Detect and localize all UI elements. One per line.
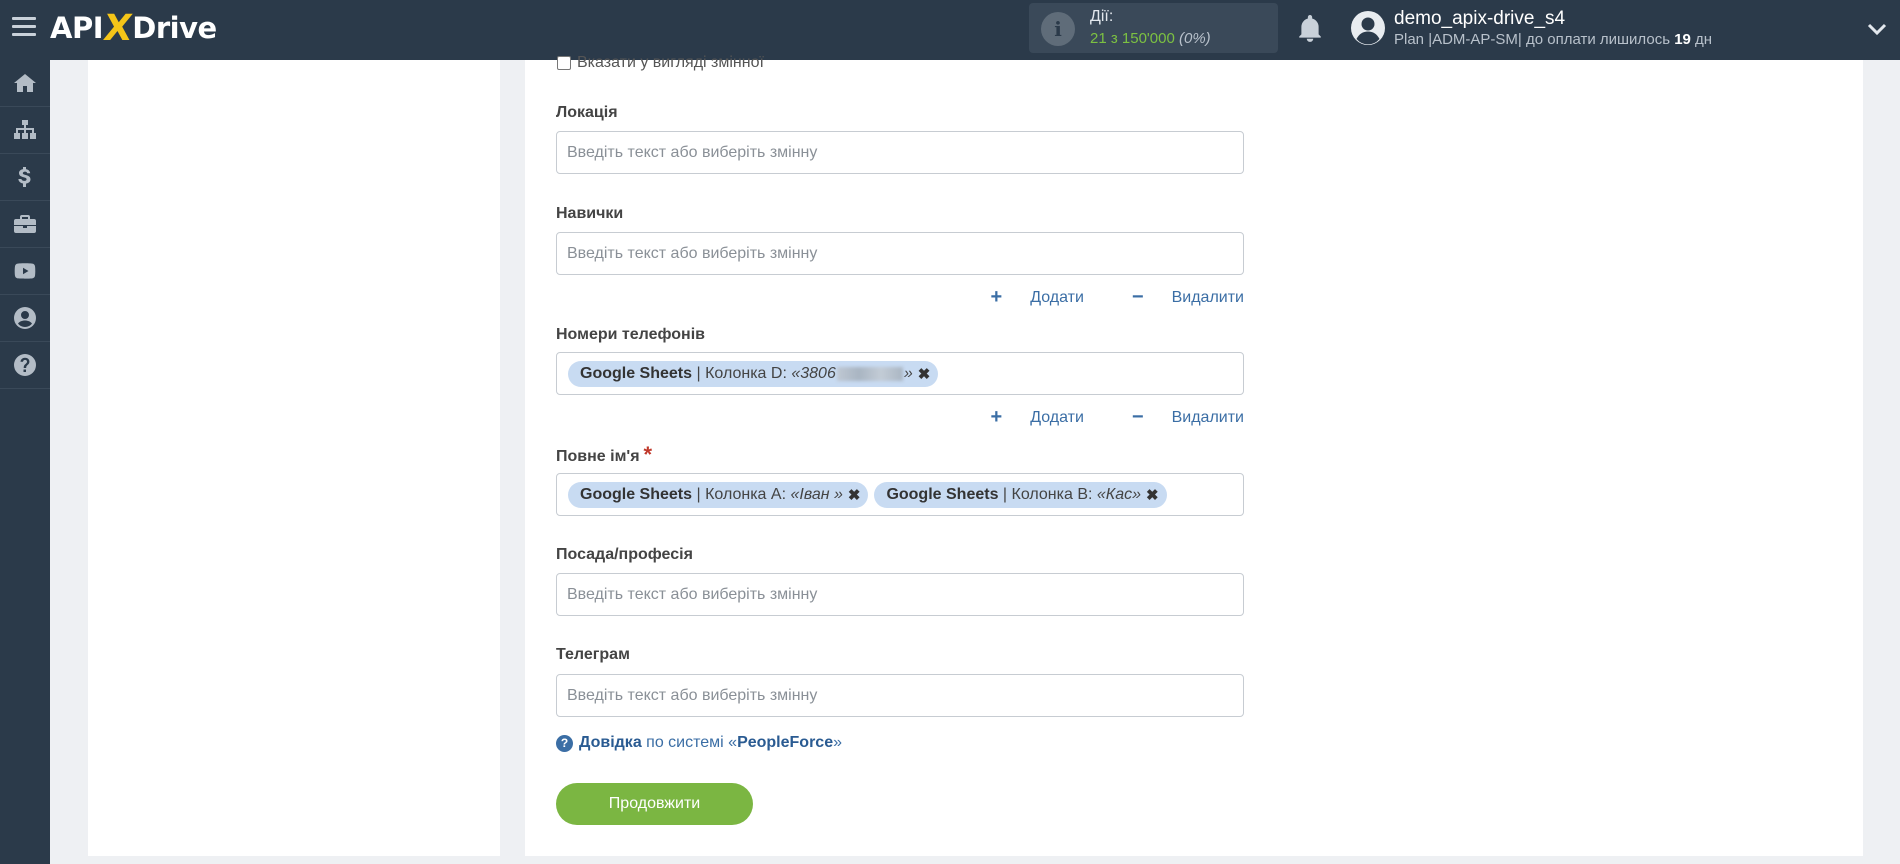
youtube-icon xyxy=(14,263,36,279)
plus-icon: + xyxy=(990,406,1003,428)
plan-days-suffix: дн xyxy=(1695,31,1713,48)
tag-column: | Колонка A: xyxy=(696,485,787,503)
help-icon xyxy=(14,354,36,376)
home-icon xyxy=(14,74,36,92)
sitemap-icon xyxy=(14,120,36,139)
required-mark: * xyxy=(643,442,653,467)
sidebar-item-billing[interactable] xyxy=(0,154,50,201)
help-row: ? Довідка по системі «PeopleForce» xyxy=(556,734,842,752)
skills-label: Навички xyxy=(556,205,624,222)
tag-column: | Колонка D: xyxy=(696,364,787,382)
full-name-label-text: Повне ім'я xyxy=(556,448,640,465)
skills-add-remove: + Додати − Видалити xyxy=(991,286,1244,309)
logo[interactable]: API X Drive xyxy=(50,7,217,49)
sidebar-item-help[interactable] xyxy=(0,342,50,389)
add-label: Додати xyxy=(1030,288,1084,306)
telegram-label: Телеграм xyxy=(556,646,630,663)
bell-icon[interactable] xyxy=(1297,15,1323,43)
tag-column: | Колонка B: xyxy=(1002,485,1093,503)
help-system-link[interactable]: PeopleForce xyxy=(737,734,833,752)
telegram-input[interactable] xyxy=(556,674,1244,717)
left-panel xyxy=(88,60,500,856)
tag-value: «3806 xyxy=(791,364,836,382)
location-input[interactable] xyxy=(556,131,1244,174)
question-icon: ? xyxy=(556,734,573,752)
help-text-end: » xyxy=(833,734,842,751)
help-link[interactable]: Довідка xyxy=(579,734,642,752)
logo-text-x: X xyxy=(101,7,135,49)
position-label: Посада/професія xyxy=(556,546,693,563)
phones-tag-input[interactable]: Google Sheets | Колонка D: «3806 » ✖ xyxy=(556,352,1244,395)
tag-remove-icon[interactable]: ✖ xyxy=(1146,486,1159,504)
phones-add-remove: + Додати − Видалити xyxy=(991,406,1244,429)
sidebar-item-home[interactable] xyxy=(0,60,50,107)
tag-source: Google Sheets xyxy=(886,485,999,503)
variable-checkbox[interactable] xyxy=(557,56,571,70)
minus-icon: − xyxy=(1131,286,1144,308)
tag-value: «Кас» xyxy=(1096,485,1142,503)
variable-checkbox-row[interactable]: Вказати у вигляді змінної xyxy=(556,49,764,77)
phones-label: Номери телефонів xyxy=(556,326,705,343)
actions-percent: (0%) xyxy=(1179,30,1211,47)
actions-label: Дії: xyxy=(1090,8,1114,25)
avatar[interactable] xyxy=(1350,10,1386,46)
variable-checkbox-label: Вказати у вигляді змінної xyxy=(577,54,764,71)
blurred-phone-value xyxy=(836,366,903,381)
tag-source: Google Sheets xyxy=(580,364,693,382)
sidebar-item-tools[interactable] xyxy=(0,201,50,248)
top-bar: API X Drive i Дії: 21 з 150'000 (0%) demo_… xyxy=(0,0,1900,60)
full-name-tag-input[interactable]: Google Sheets | Колонка A: «Іван » ✖ Goo… xyxy=(556,473,1244,516)
dollar-icon xyxy=(18,167,31,187)
user-name[interactable]: demo_apix-drive_s4 xyxy=(1394,8,1565,30)
variable-tag: Google Sheets | Колонка D: «3806 » ✖ xyxy=(568,360,939,387)
plan-text: Plan |ADM-AP-SM| до оплати лишилось xyxy=(1394,31,1671,48)
remove-label: Видалити xyxy=(1171,408,1244,426)
phones-remove-button[interactable]: − Видалити xyxy=(1108,406,1244,429)
continue-button[interactable]: Продовжити xyxy=(556,783,753,825)
phones-add-button[interactable]: + Додати xyxy=(967,406,1084,429)
tag-value-end: » xyxy=(903,364,913,382)
skills-add-button[interactable]: + Додати xyxy=(967,286,1084,309)
actions-counter: i Дії: 21 з 150'000 (0%) xyxy=(1029,3,1278,53)
user-plan: Plan |ADM-AP-SM| до оплати лишилось 19 д… xyxy=(1394,31,1712,48)
user-icon xyxy=(14,307,36,329)
tag-value: «Іван » xyxy=(790,485,843,503)
sidebar-item-videos[interactable] xyxy=(0,248,50,295)
skills-remove-button[interactable]: − Видалити xyxy=(1108,286,1244,309)
sidebar xyxy=(0,60,50,864)
help-text: по системі « xyxy=(646,734,738,751)
chevron-down-icon[interactable] xyxy=(1866,18,1888,40)
full-name-label: Повне ім'я * xyxy=(556,442,652,468)
logo-text-drive: Drive xyxy=(132,11,217,45)
remove-label: Видалити xyxy=(1171,288,1244,306)
position-input[interactable] xyxy=(556,573,1244,616)
add-label: Додати xyxy=(1030,408,1084,426)
plan-days: 19 xyxy=(1674,31,1691,48)
info-icon: i xyxy=(1041,12,1075,46)
sidebar-item-connections[interactable] xyxy=(0,107,50,154)
tag-remove-icon[interactable]: ✖ xyxy=(848,486,861,504)
actions-count: 21 з 150'000 xyxy=(1090,30,1175,47)
variable-tag: Google Sheets | Колонка A: «Іван » ✖ xyxy=(568,481,869,508)
actions-value: 21 з 150'000 (0%) xyxy=(1090,30,1211,47)
sidebar-item-account[interactable] xyxy=(0,295,50,342)
minus-icon: − xyxy=(1131,406,1144,428)
location-label: Локація xyxy=(556,104,618,121)
tag-remove-icon[interactable]: ✖ xyxy=(918,365,931,383)
variable-tag: Google Sheets | Колонка B: «Кас» ✖ xyxy=(874,481,1167,508)
plus-icon: + xyxy=(990,286,1003,308)
menu-toggle-icon[interactable] xyxy=(12,17,36,39)
skills-input[interactable] xyxy=(556,232,1244,275)
briefcase-icon xyxy=(14,215,36,233)
tag-source: Google Sheets xyxy=(580,485,693,503)
logo-text-api: API xyxy=(50,11,104,45)
